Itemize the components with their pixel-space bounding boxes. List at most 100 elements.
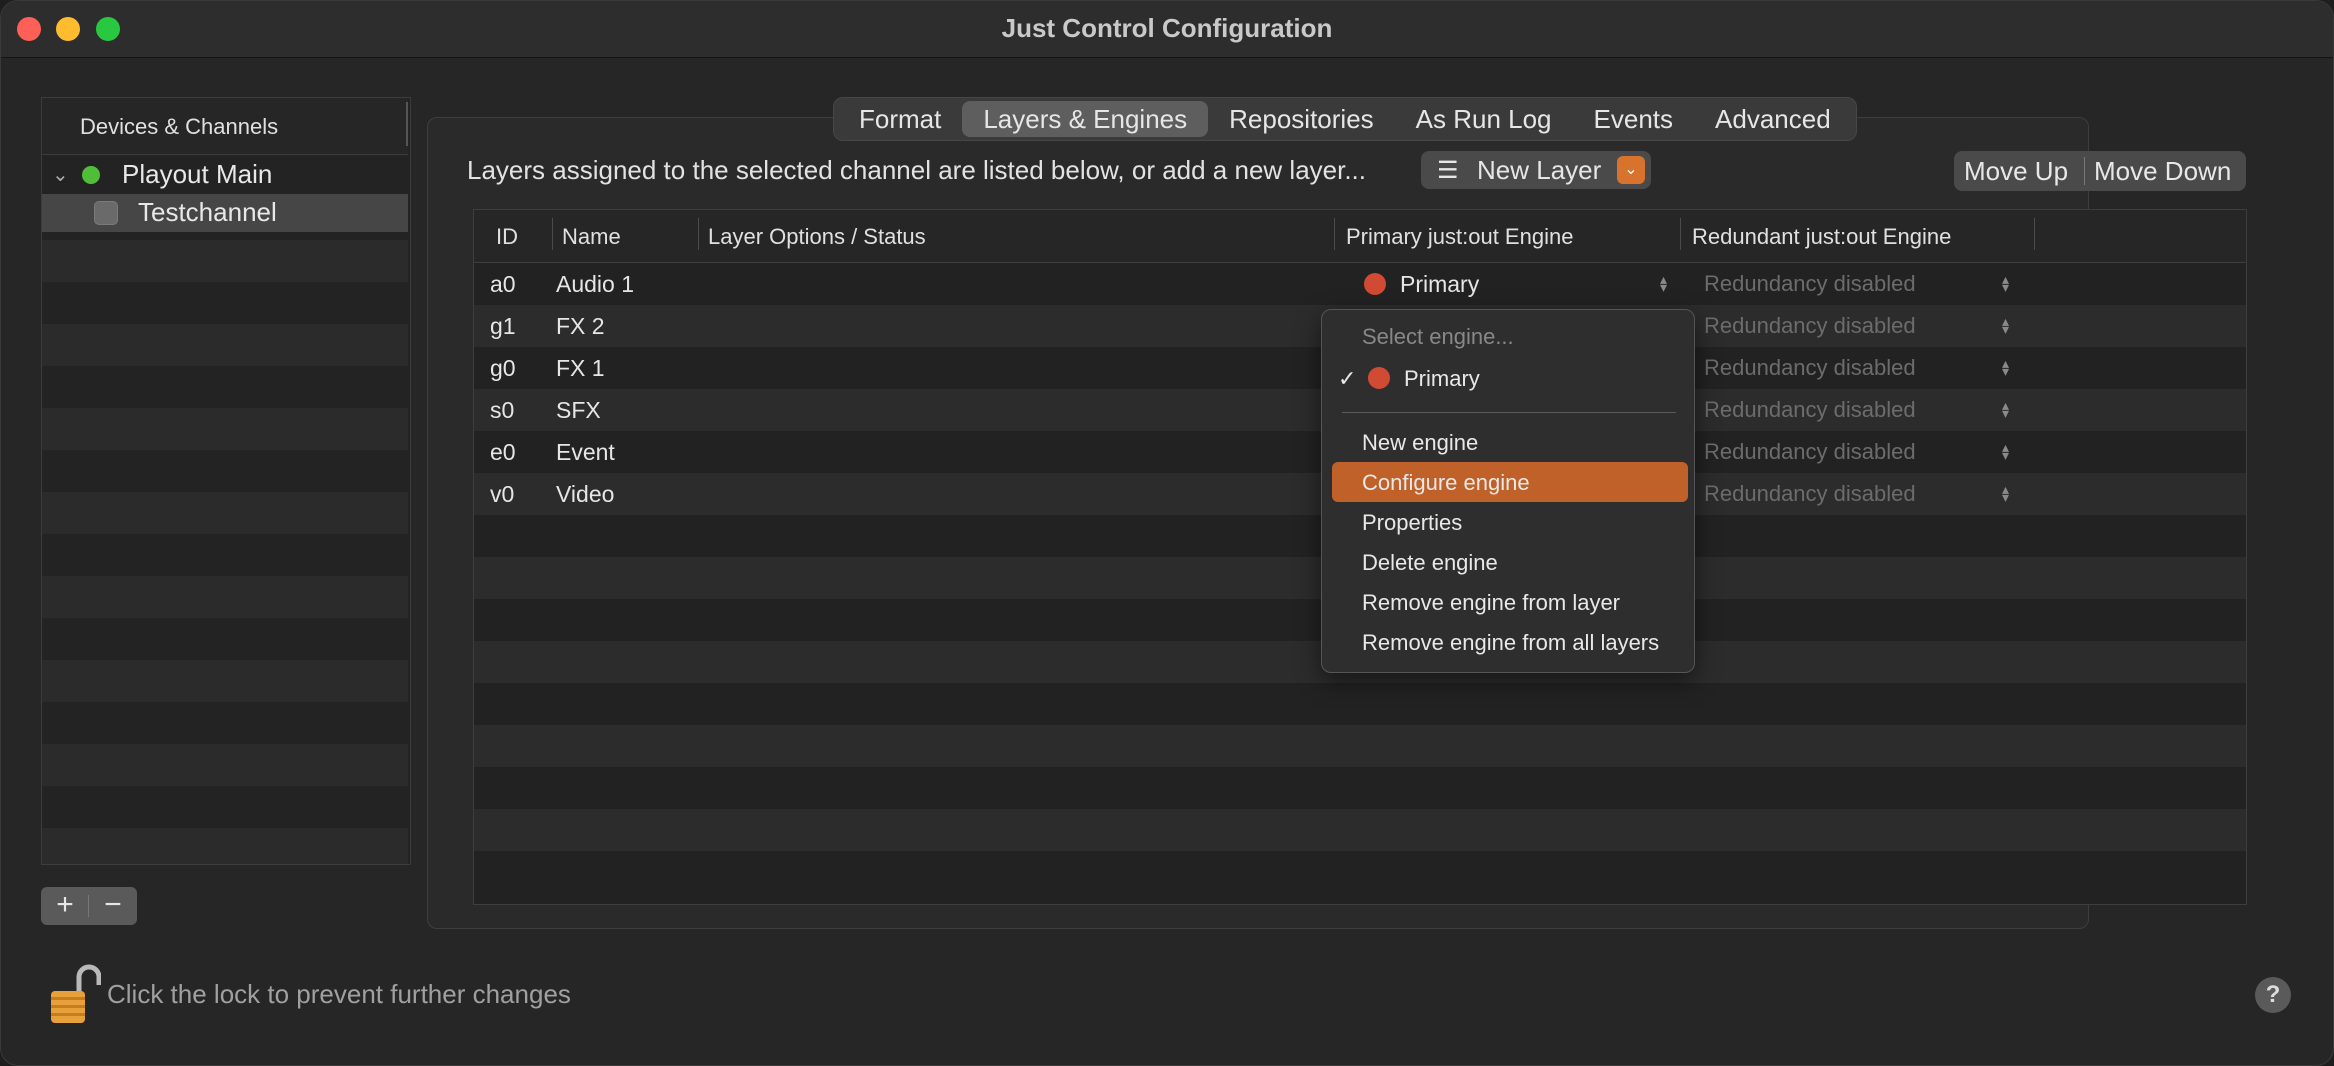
empty-row bbox=[474, 767, 2246, 809]
move-segmented-control: Move Up Move Down bbox=[1954, 151, 2246, 191]
cell-name: FX 1 bbox=[556, 355, 605, 381]
tab-format[interactable]: Format bbox=[838, 101, 962, 137]
empty-row bbox=[42, 324, 408, 366]
column-header-primary-engine[interactable]: Primary just:out Engine bbox=[1346, 224, 1573, 250]
sidebar-item-testchannel[interactable]: Testchannel bbox=[42, 194, 408, 232]
redundant-engine-select[interactable]: Redundancy disabled bbox=[1704, 481, 1916, 507]
menu-item-properties[interactable]: Properties bbox=[1362, 510, 1462, 536]
cell-id: g1 bbox=[490, 313, 516, 339]
tab-bar: Format Layers & Engines Repositories As … bbox=[833, 97, 1857, 141]
column-resize-handle[interactable] bbox=[406, 102, 408, 146]
window-title: Just Control Configuration bbox=[1001, 13, 1333, 43]
redundant-engine-select[interactable]: Redundancy disabled bbox=[1704, 397, 1916, 423]
column-divider[interactable] bbox=[2034, 218, 2035, 250]
new-layer-button[interactable]: ☰ New Layer ⌄ bbox=[1421, 151, 1651, 189]
new-layer-label: New Layer bbox=[1477, 155, 1602, 185]
empty-row bbox=[42, 744, 408, 786]
sidebar-add-remove: + − bbox=[41, 887, 137, 925]
empty-row bbox=[474, 683, 2246, 725]
menu-item-remove-engine-from-all-layers[interactable]: Remove engine from all layers bbox=[1362, 630, 1659, 656]
updown-chevron-icon: ▴ ▾ bbox=[2002, 313, 2010, 337]
unlocked-lock-icon[interactable] bbox=[49, 963, 102, 1030]
tab-layers-engines[interactable]: Layers & Engines bbox=[962, 101, 1209, 137]
help-button[interactable]: ? bbox=[2255, 977, 2291, 1013]
column-header-redundant-engine[interactable]: Redundant just:out Engine bbox=[1692, 224, 1951, 250]
sidebar-header: Devices & Channels bbox=[42, 98, 408, 155]
updown-chevron-icon: ▴ ▾ bbox=[2002, 271, 2010, 295]
menu-item-configure-engine[interactable]: Configure engine bbox=[1362, 470, 1530, 496]
column-divider[interactable] bbox=[552, 218, 553, 250]
tab-repositories[interactable]: Repositories bbox=[1208, 101, 1395, 137]
checkmark-icon: ✓ bbox=[1338, 366, 1357, 391]
sidebar-item-label: Playout Main bbox=[122, 159, 273, 189]
status-dot-icon bbox=[82, 166, 100, 184]
cell-name: SFX bbox=[556, 397, 601, 423]
cell-id: a0 bbox=[490, 271, 516, 297]
lock-status-text: Click the lock to prevent further change… bbox=[107, 979, 571, 1009]
redundant-engine-select[interactable]: Redundancy disabled bbox=[1704, 271, 1916, 297]
remove-channel-button[interactable]: − bbox=[89, 887, 137, 925]
sidebar-item-playout-main[interactable]: ⌄ Playout Main bbox=[42, 156, 408, 194]
engine-status-dot-icon bbox=[1368, 367, 1390, 389]
column-header-name[interactable]: Name bbox=[562, 224, 621, 250]
chevron-down-icon[interactable]: ⌄ bbox=[1617, 156, 1645, 184]
cell-name: Event bbox=[556, 439, 615, 465]
channel-checkbox[interactable] bbox=[94, 201, 118, 225]
sidebar-header-label: Devices & Channels bbox=[80, 114, 279, 139]
updown-chevron-icon: ▴ ▾ bbox=[2002, 481, 2010, 505]
cell-id: g0 bbox=[490, 355, 516, 381]
empty-row bbox=[474, 851, 2246, 893]
menu-item-delete-engine[interactable]: Delete engine bbox=[1362, 550, 1498, 576]
chevron-down-icon[interactable]: ⌄ bbox=[52, 162, 69, 187]
layers-hint-text: Layers assigned to the selected channel … bbox=[467, 155, 1367, 185]
updown-chevron-icon: ▴ ▾ bbox=[2002, 439, 2010, 463]
updown-chevron-icon: ▴ ▾ bbox=[2002, 397, 2010, 421]
updown-chevron-icon: ▴ ▾ bbox=[1660, 271, 1668, 295]
empty-row bbox=[42, 492, 408, 534]
cell-name: FX 2 bbox=[556, 313, 605, 339]
devices-sidebar: Devices & Channels ⌄ Playout Main Testch… bbox=[41, 97, 411, 865]
menu-placeholder: Select engine... bbox=[1362, 324, 1514, 349]
move-down-button[interactable]: Move Down bbox=[2094, 151, 2231, 191]
add-channel-button[interactable]: + bbox=[41, 887, 89, 925]
app-window: Just Control Configuration Devices & Cha… bbox=[0, 0, 2334, 1066]
engine-status-dot-icon bbox=[1364, 273, 1386, 295]
column-divider[interactable] bbox=[1680, 218, 1681, 250]
menu-separator bbox=[1342, 412, 1676, 413]
cell-name: Audio 1 bbox=[556, 271, 635, 297]
menu-item-new-engine[interactable]: New engine bbox=[1362, 430, 1478, 456]
column-divider[interactable] bbox=[698, 218, 699, 250]
empty-row bbox=[42, 828, 408, 864]
table-row[interactable]: a0 Audio 1 Primary ▴ ▾ Redundancy disable… bbox=[474, 263, 2246, 305]
tab-advanced[interactable]: Advanced bbox=[1694, 101, 1852, 137]
tab-events[interactable]: Events bbox=[1573, 101, 1695, 137]
redundant-engine-select[interactable]: Redundancy disabled bbox=[1704, 355, 1916, 381]
empty-row bbox=[42, 660, 408, 702]
engine-dropdown-menu: Select engine... ✓ Primary New engine Co… bbox=[1321, 309, 1695, 673]
cell-name: Video bbox=[556, 481, 615, 507]
empty-row bbox=[42, 408, 408, 450]
cell-id: v0 bbox=[490, 481, 515, 507]
list-icon: ☰ bbox=[1437, 157, 1459, 184]
title-bar: Just Control Configuration bbox=[1, 1, 2333, 58]
redundant-engine-select[interactable]: Redundancy disabled bbox=[1704, 439, 1916, 465]
empty-row bbox=[42, 576, 408, 618]
column-header-id[interactable]: ID bbox=[496, 224, 518, 250]
empty-row bbox=[42, 240, 408, 282]
empty-row bbox=[474, 809, 2246, 851]
empty-row bbox=[474, 725, 2246, 767]
cell-id: s0 bbox=[490, 397, 515, 423]
sidebar-item-label: Testchannel bbox=[138, 197, 277, 227]
move-up-button[interactable]: Move Up bbox=[1964, 151, 2068, 191]
primary-engine-select[interactable]: Primary bbox=[1400, 271, 1479, 298]
divider bbox=[2084, 157, 2085, 185]
column-divider[interactable] bbox=[1334, 218, 1335, 250]
cell-id: e0 bbox=[490, 439, 516, 465]
tab-as-run-log[interactable]: As Run Log bbox=[1395, 101, 1573, 137]
menu-item-primary[interactable]: Primary bbox=[1404, 366, 1480, 392]
updown-chevron-icon: ▴ ▾ bbox=[2002, 355, 2010, 379]
column-header-layer-options[interactable]: Layer Options / Status bbox=[708, 224, 926, 250]
redundant-engine-select[interactable]: Redundancy disabled bbox=[1704, 313, 1916, 339]
table-header: ID Name Layer Options / Status Primary j… bbox=[474, 210, 2246, 263]
menu-item-remove-engine-from-layer[interactable]: Remove engine from layer bbox=[1362, 590, 1620, 616]
